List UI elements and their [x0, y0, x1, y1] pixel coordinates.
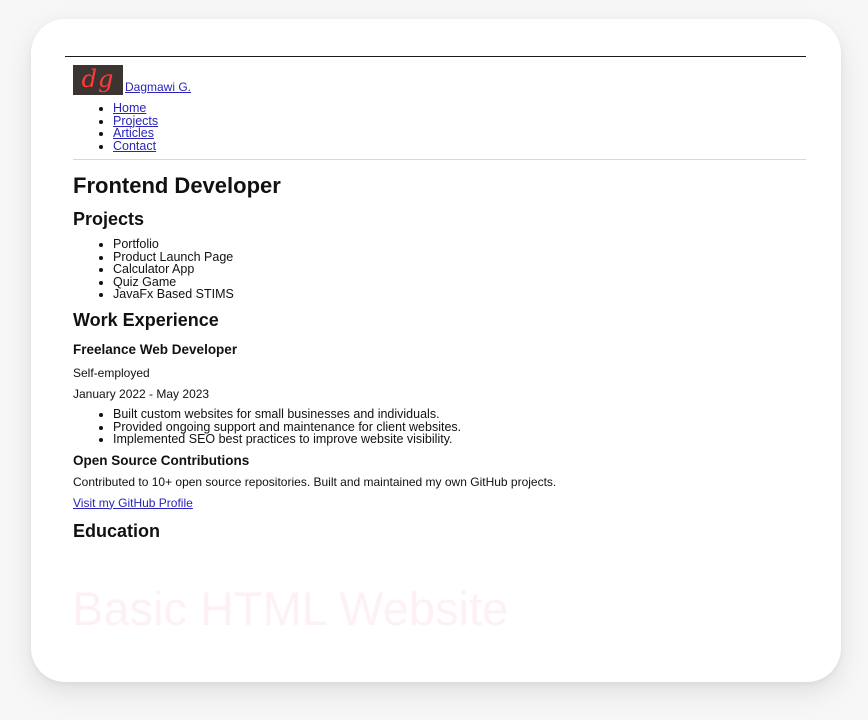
project-item: Portfolio	[113, 238, 808, 251]
duty-item: Implemented SEO best practices to improv…	[113, 433, 808, 446]
main-content: Frontend Developer Projects Portfolio Pr…	[73, 173, 808, 541]
projects-heading: Projects	[73, 209, 145, 230]
page-card: dg Dagmawi G. Home Projects Articles Con…	[31, 19, 841, 682]
project-item: Product Launch Page	[113, 250, 808, 263]
main-nav: Home Projects Articles Contact	[73, 102, 808, 152]
top-divider	[65, 56, 806, 57]
duties-list: Built custom websites for small business…	[73, 408, 808, 446]
project-item: Calculator App	[113, 263, 808, 276]
open-source-description: Contributed to 10+ open source repositor…	[73, 474, 557, 489]
site-header: dg Dagmawi G. Home Projects Articles Con…	[73, 63, 808, 161]
nav-item-articles: Articles	[113, 127, 808, 140]
project-item: JavaFx Based STIMS	[113, 288, 808, 301]
nav-item-home: Home	[113, 102, 808, 115]
nav-link-contact[interactable]: Contact	[113, 139, 156, 153]
education-heading: Education	[73, 520, 161, 541]
page-title: Frontend Developer	[73, 173, 281, 199]
github-profile-link[interactable]: Visit my GitHub Profile	[73, 496, 193, 511]
logo-image[interactable]: dg	[73, 65, 123, 95]
projects-list: Portfolio Product Launch Page Calculator…	[73, 238, 808, 301]
nav-item-contact: Contact	[113, 139, 808, 153]
page-content: dg Dagmawi G. Home Projects Articles Con…	[73, 63, 808, 542]
header-divider	[73, 159, 806, 161]
job-title: Freelance Web Developer	[73, 342, 238, 358]
duty-item: Built custom websites for small business…	[113, 408, 808, 421]
brand: dg Dagmawi G.	[73, 63, 808, 95]
work-experience-heading: Work Experience	[73, 310, 219, 331]
open-source-heading: Open Source Contributions	[73, 452, 250, 468]
employment-dates: January 2022 - May 2023	[73, 387, 210, 402]
brand-name-link[interactable]: Dagmawi G.	[125, 80, 191, 94]
nav-item-projects: Projects	[113, 114, 808, 128]
employer: Self-employed	[73, 366, 150, 381]
watermark-text: Basic HTML Website	[72, 582, 509, 635]
